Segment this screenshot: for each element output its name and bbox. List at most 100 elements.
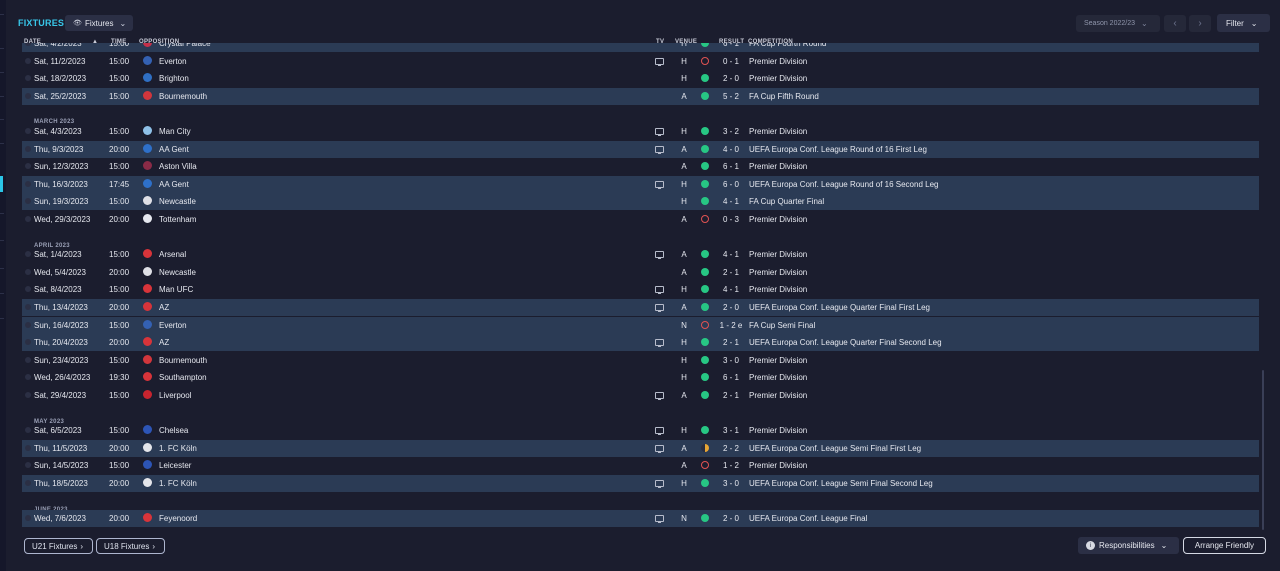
filter-button[interactable]: Filter ⌄: [1217, 14, 1270, 32]
row-select-radio[interactable]: [25, 374, 31, 381]
row-select-radio[interactable]: [25, 145, 31, 152]
fixture-competition[interactable]: Premier Division: [749, 162, 807, 171]
row-select-radio[interactable]: [25, 92, 31, 99]
opponent-name[interactable]: Newcastle: [159, 197, 196, 206]
opponent-name[interactable]: Everton: [159, 57, 187, 66]
fixture-row[interactable]: Thu, 18/5/2023 20:00 1. FC Köln H 3 - 0 UEFA …: [22, 475, 1259, 492]
next-season-button[interactable]: ›: [1189, 15, 1211, 32]
fixture-score[interactable]: 2 - 0: [716, 303, 746, 312]
fixture-score[interactable]: 2 - 1: [716, 391, 746, 400]
opponent-name[interactable]: AZ: [159, 338, 169, 347]
fixture-competition[interactable]: UEFA Europa Conf. League Quarter Final F…: [749, 303, 930, 312]
row-select-radio[interactable]: [25, 515, 31, 522]
fixture-row[interactable]: Sun, 12/3/2023 15:00 Aston Villa A 6 - 1 Prem…: [22, 158, 1259, 175]
fixture-row[interactable]: Sat, 18/2/2023 15:00 Brighton H 2 - 0 Premier…: [22, 70, 1259, 87]
fixture-competition[interactable]: Premier Division: [749, 391, 807, 400]
fixture-competition[interactable]: UEFA Europa Conf. League Round of 16 Sec…: [749, 180, 938, 189]
fixture-competition[interactable]: FA Cup Quarter Final: [749, 197, 824, 206]
row-select-radio[interactable]: [25, 392, 31, 398]
fixture-score[interactable]: 6 - 1: [716, 373, 746, 382]
fixture-score[interactable]: 6 - 1: [716, 43, 746, 48]
fixture-score[interactable]: 2 - 0: [716, 514, 746, 523]
row-select-radio[interactable]: [25, 75, 31, 82]
opponent-name[interactable]: Newcastle: [159, 268, 196, 277]
fixture-score[interactable]: 4 - 1: [716, 285, 746, 294]
fixture-competition[interactable]: UEFA Europa Conf. League Semi Final Firs…: [749, 444, 921, 453]
fixture-competition[interactable]: UEFA Europa Conf. League Semi Final Seco…: [749, 479, 933, 488]
fixture-competition[interactable]: FA Cup Fifth Round: [749, 92, 819, 101]
opponent-name[interactable]: Liverpool: [159, 391, 191, 400]
row-select-radio[interactable]: [25, 163, 31, 170]
opponent-name[interactable]: AZ: [159, 303, 169, 312]
opponent-name[interactable]: Southampton: [159, 373, 207, 382]
fixture-row[interactable]: Thu, 20/4/2023 20:00 AZ H 2 - 1 UEFA Europa C…: [22, 334, 1259, 352]
fixture-competition[interactable]: Premier Division: [749, 127, 807, 136]
fixture-score[interactable]: 3 - 0: [716, 356, 746, 365]
row-select-radio[interactable]: [25, 57, 31, 64]
opponent-name[interactable]: Bournemouth: [159, 356, 207, 365]
fixture-row[interactable]: Wed, 26/4/2023 19:30 Southampton H 6 - 1 Prem…: [22, 369, 1259, 386]
fixture-row[interactable]: Thu, 11/5/2023 20:00 1. FC Köln A 2 - 2 UEFA …: [22, 439, 1259, 457]
opponent-name[interactable]: Leicester: [159, 461, 191, 470]
responsibilities-dropdown[interactable]: i Responsibilities ⌄: [1078, 537, 1179, 554]
fixture-row[interactable]: Wed, 5/4/2023 20:00 Newcastle A 2 - 1 Premier…: [22, 264, 1259, 281]
row-select-radio[interactable]: [25, 444, 31, 451]
row-select-radio[interactable]: [25, 339, 31, 346]
fixture-competition[interactable]: Premier Division: [749, 74, 807, 83]
fixture-row[interactable]: Sat, 1/4/2023 15:00 Arsenal A 4 - 1 Premier D…: [22, 246, 1259, 263]
fixture-row[interactable]: Sun, 19/3/2023 15:00 Newcastle H 4 - 1 FA Cup…: [22, 193, 1259, 211]
opponent-name[interactable]: Bournemouth: [159, 92, 207, 101]
fixture-score[interactable]: 5 - 2: [716, 92, 746, 101]
arrange-friendly-button[interactable]: Arrange Friendly: [1183, 537, 1266, 554]
fixture-score[interactable]: 6 - 1: [716, 162, 746, 171]
fixture-row[interactable]: Sun, 14/5/2023 15:00 Leicester A 1 - 2 Premie…: [22, 457, 1259, 474]
fixture-score[interactable]: 3 - 2: [716, 127, 746, 136]
fixture-score[interactable]: 4 - 0: [716, 145, 746, 154]
row-select-radio[interactable]: [25, 480, 31, 486]
fixture-competition[interactable]: Premier Division: [749, 215, 807, 224]
row-select-radio[interactable]: [25, 43, 31, 46]
row-select-radio[interactable]: [25, 462, 31, 469]
row-select-radio[interactable]: [25, 356, 31, 363]
opponent-name[interactable]: Crystal Palace: [159, 43, 211, 48]
fixture-score[interactable]: 0 - 1: [716, 57, 746, 66]
fixture-row[interactable]: Sun, 23/4/2023 15:00 Bournemouth H 3 - 0 Prem…: [22, 352, 1259, 369]
fixture-row[interactable]: Sat, 11/2/2023 15:00 Everton H 0 - 1 Premier …: [22, 53, 1259, 70]
fixture-row[interactable]: Wed, 7/6/2023 20:00 Feyenoord N 2 - 0 UEFA Eu…: [22, 510, 1259, 528]
fixture-score[interactable]: 2 - 1: [716, 268, 746, 277]
fixture-row[interactable]: Sat, 8/4/2023 15:00 Man UFC H 4 - 1 Premier D…: [22, 281, 1259, 298]
opponent-name[interactable]: Brighton: [159, 74, 189, 83]
fixture-row[interactable]: Thu, 9/3/2023 20:00 AA Gent A 4 - 0 UEFA Euro…: [22, 140, 1259, 158]
opponent-name[interactable]: Man City: [159, 127, 191, 136]
opponent-name[interactable]: Everton: [159, 321, 187, 330]
fixture-competition[interactable]: Premier Division: [749, 373, 807, 382]
prev-season-button[interactable]: ‹: [1164, 15, 1186, 32]
fixture-score[interactable]: 1 - 2 e: [716, 321, 746, 330]
fixture-row[interactable]: Sat, 25/2/2023 15:00 Bournemouth A 5 - 2 FA C…: [22, 87, 1259, 105]
fixture-row[interactable]: Sun, 16/4/2023 15:00 Everton N 1 - 2 e FA Cup…: [22, 316, 1259, 334]
fixture-competition[interactable]: FA Cup Fourth Round: [749, 43, 826, 48]
fixture-competition[interactable]: FA Cup Semi Final: [749, 321, 815, 330]
fixture-row[interactable]: Sat, 4/2/2023 15:00 Crystal Palace H 6 - 1 FA…: [22, 43, 1259, 52]
row-select-radio[interactable]: [25, 128, 31, 134]
fixture-score[interactable]: 3 - 0: [716, 479, 746, 488]
row-select-radio[interactable]: [25, 286, 31, 293]
fixture-competition[interactable]: Premier Division: [749, 356, 807, 365]
fixture-row[interactable]: Wed, 29/3/2023 20:00 Tottenham A 0 - 3 Premie…: [22, 211, 1259, 228]
u21-fixtures-button[interactable]: U21 Fixtures ›: [24, 538, 93, 554]
fixture-competition[interactable]: Premier Division: [749, 250, 807, 259]
opponent-name[interactable]: AA Gent: [159, 180, 189, 189]
row-select-radio[interactable]: [25, 180, 31, 187]
fixture-row[interactable]: Sat, 6/5/2023 15:00 Chelsea H 3 - 1 Premier D…: [22, 422, 1259, 439]
fixture-score[interactable]: 4 - 1: [716, 250, 746, 259]
season-select[interactable]: Season 2022/23 ⌄: [1076, 15, 1160, 32]
fixture-competition[interactable]: Premier Division: [749, 426, 807, 435]
row-select-radio[interactable]: [25, 216, 31, 222]
fixture-row[interactable]: Thu, 13/4/2023 20:00 AZ A 2 - 0 UEFA Europa C…: [22, 299, 1259, 316]
opponent-name[interactable]: Man UFC: [159, 285, 193, 294]
fixture-row[interactable]: Sat, 29/4/2023 15:00 Liverpool A 2 - 1 Premie…: [22, 387, 1259, 404]
fixture-row[interactable]: Sat, 4/3/2023 15:00 Man City H 3 - 2 Premier …: [22, 123, 1259, 140]
fixture-competition[interactable]: Premier Division: [749, 285, 807, 294]
row-select-radio[interactable]: [25, 198, 31, 205]
opponent-name[interactable]: Tottenham: [159, 215, 196, 224]
